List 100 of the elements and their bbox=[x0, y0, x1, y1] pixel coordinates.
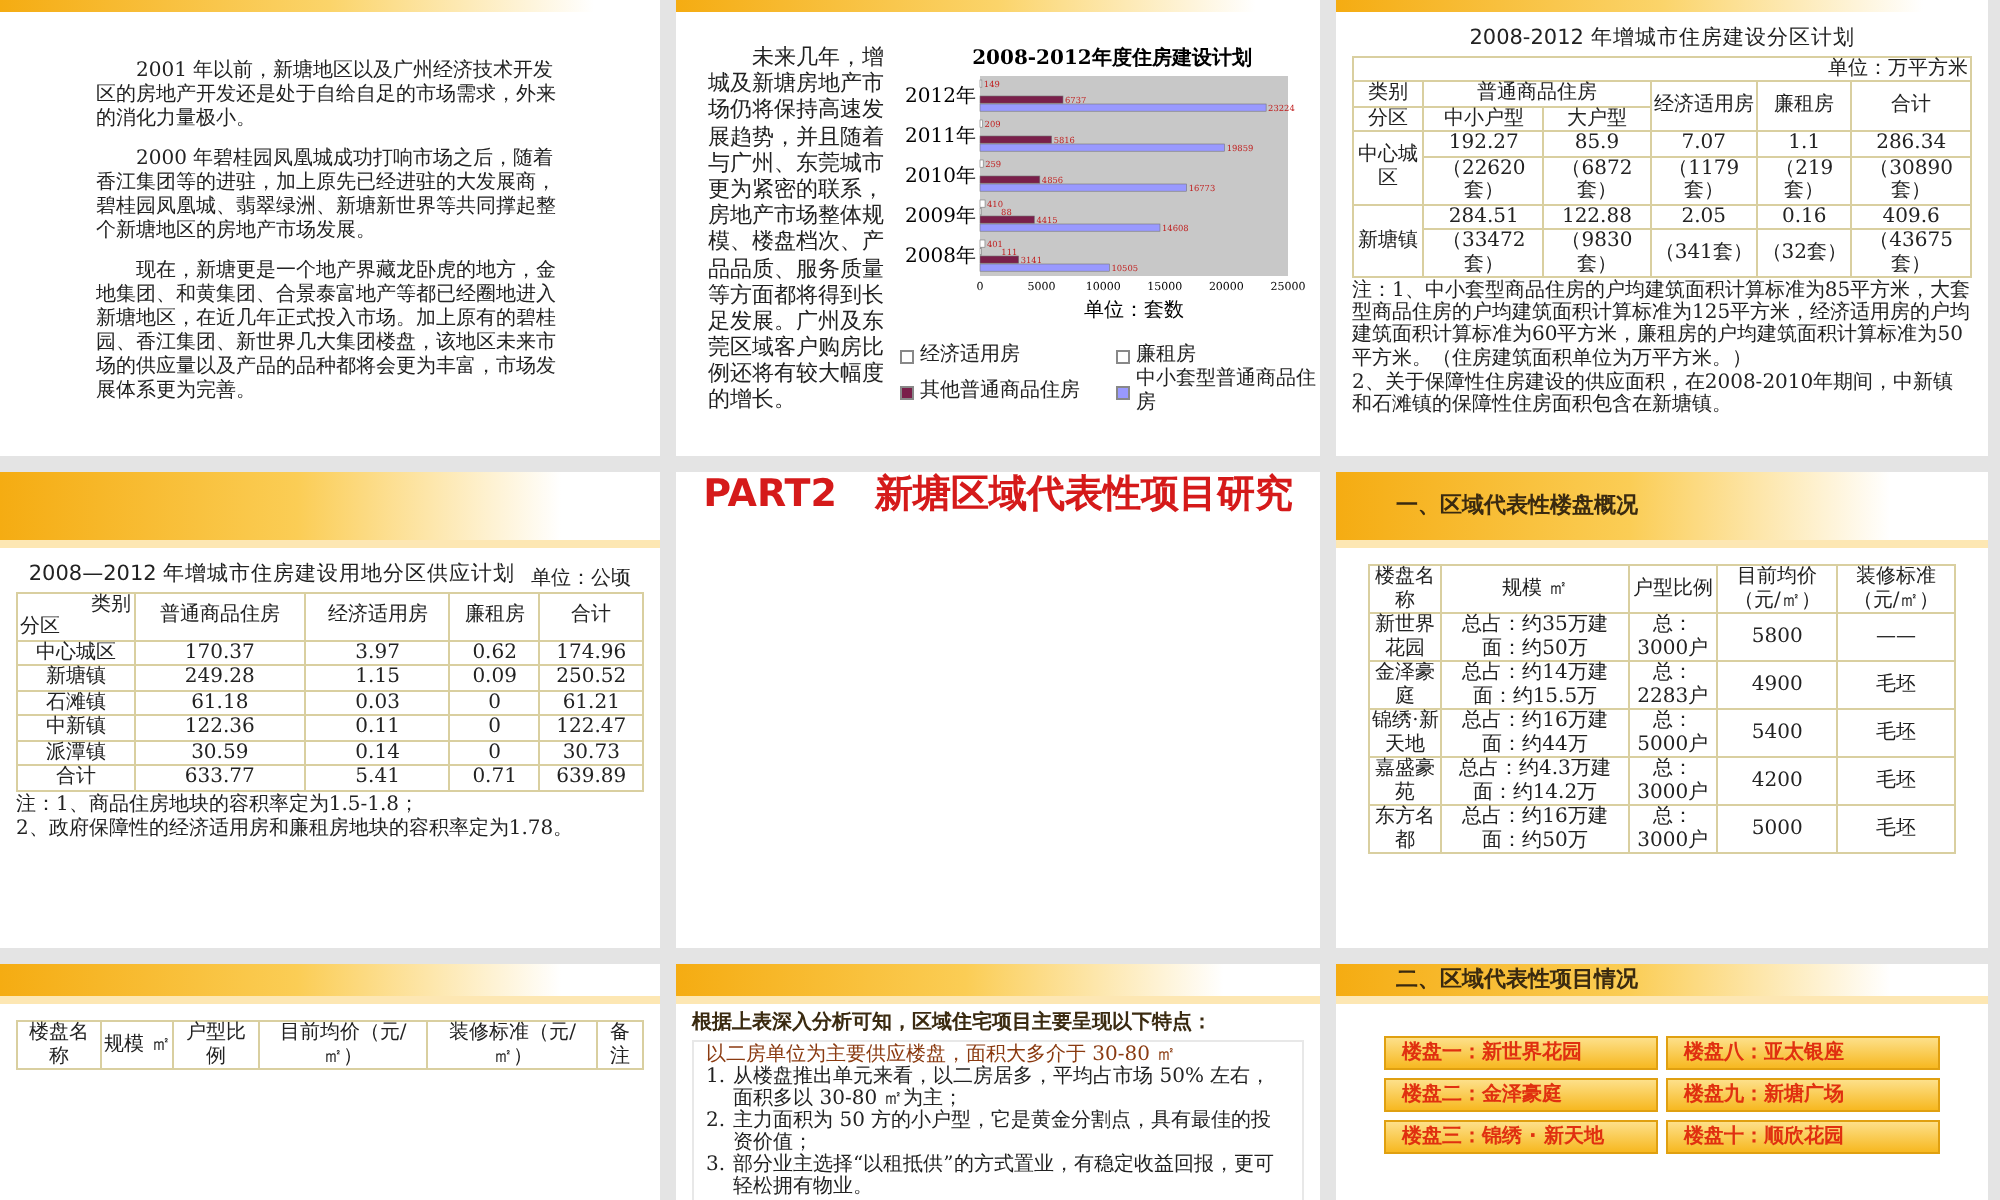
table-cell: 174.96 bbox=[539, 640, 643, 666]
legend-label: 经济适用房 bbox=[920, 344, 1020, 368]
table-cell: 0 bbox=[449, 690, 540, 716]
table-cell: 1.15 bbox=[305, 665, 450, 691]
project-button[interactable]: 楼盘三：锦绣 · 新天地 bbox=[1384, 1120, 1658, 1154]
table-cell: （6872套） bbox=[1543, 156, 1651, 205]
table-title: 2008-2012 年增城市住房建设分区计划 bbox=[1469, 26, 1855, 52]
table-cell: （43675套） bbox=[1851, 229, 1971, 278]
table-cell: 总：2283户 bbox=[1628, 661, 1718, 709]
table-header: 备注 bbox=[597, 1021, 643, 1069]
table-cell: 409.6 bbox=[1851, 204, 1971, 230]
table-header: 楼盘名称 bbox=[1369, 565, 1442, 613]
project-button[interactable]: 楼盘九：新塘广场 bbox=[1666, 1078, 1940, 1112]
table-cell: 2.05 bbox=[1650, 204, 1758, 230]
table-cell: 7.07 bbox=[1650, 131, 1758, 157]
table-cell: 派潭镇 bbox=[17, 740, 135, 766]
legend-label: 中小套型普通商品住房 bbox=[1136, 368, 1318, 416]
slide-title: PART2 新塘区域代表性项目研究 bbox=[703, 472, 1293, 518]
table-cell: 总占：约16万建面：约50万 bbox=[1441, 805, 1628, 853]
table-cell: 锦绣·新天地 bbox=[1369, 709, 1442, 757]
table-cell: 30.59 bbox=[134, 740, 306, 766]
slide-heading: 根据上表深入分析可知，区域住宅项目主要呈现以下特点： bbox=[692, 1012, 1214, 1036]
table-cell: 新塘镇 bbox=[1353, 204, 1424, 278]
chart-title: 2008-2012年度住房建设计划 bbox=[972, 48, 1252, 70]
table-cell: 0.71 bbox=[449, 765, 540, 791]
table-cell: 122.36 bbox=[134, 715, 306, 741]
slide-thumbnail[interactable] bbox=[1336, 0, 1988, 456]
table-cell: 嘉盛豪苑 bbox=[1369, 757, 1442, 805]
table-cell: 毛坯 bbox=[1837, 757, 1955, 805]
paragraph: 2001 年以前，新塘地区以及广州经济技术开发区的房地产开发还是处于自给自足的市场需求，外来的消化力量极小。 bbox=[96, 60, 558, 132]
table-cell: 170.37 bbox=[134, 640, 306, 666]
table-cell: 总占：约4.3万建面：约14.2万 bbox=[1441, 757, 1628, 805]
slide-thumbnail[interactable]: 根据上表深入分析可知，区域住宅项目主要呈现以下特点： 以二房单位为主要供应楼盘，面积大多介于 30-80 ㎡ 1. 从楼盘推出单元来看，以二房居多，平均占市场 50% 左右，面积多以 30-80 ㎡为主； 2. 主力面积为 50 方的小户型，它是黄金分割点，具有最佳的投资价值； 3. 部分业主选择“以租抵供”的方式置业，有稳定收益回报，更可轻松拥有物业。 bbox=[676, 964, 1320, 1200]
table-cell: 总：3000户 bbox=[1628, 757, 1718, 805]
table-cell: 0.11 bbox=[305, 715, 450, 741]
axis-label: 2009年 bbox=[905, 206, 976, 228]
table-header: 合计 bbox=[1851, 81, 1971, 132]
table-cell: 0.16 bbox=[1757, 204, 1852, 230]
slide-heading: 一、区域代表性楼盘概况 bbox=[1396, 492, 1638, 520]
table-cell: （22620套） bbox=[1423, 156, 1544, 205]
table-header: 普通商品住房 bbox=[134, 592, 306, 641]
table-cell: 0 bbox=[449, 715, 540, 741]
project-button[interactable]: 楼盘十：顺欣花园 bbox=[1666, 1120, 1940, 1154]
note-text: 注：1、中小套型商品住房的户均建筑面积计算标准为85平方米，大套型商品住房的户均建筑面积计算标准为125平方米，经济适用房的户均建筑面积计算标准为60平方米，廉租房的户均建筑面积计算标准为50平方米。（住房建筑面积单位为万平方米。） bbox=[1352, 280, 1972, 370]
slide-thumbnail[interactable] bbox=[0, 472, 660, 948]
table-cell: 0.62 bbox=[449, 640, 540, 666]
axis-label: 2010年 bbox=[905, 166, 976, 188]
axis-label: 2008年 bbox=[905, 246, 976, 268]
paragraph: 现在，新塘更是一个地产界藏龙卧虎的地方，金地集团、和黄集团、合景泰富地产等都已经圈地进入新塘地区，在近几年正式投入市场。加上原有的碧桂园、香江集团、新世界几大集团楼盘，该地区未来市场的供应量以及产品的品种都将会更为丰富，市场发展体系更为完善。 bbox=[96, 260, 558, 404]
list-item: 主力面积为 50 方的小户型，它是黄金分割点，具有最佳的投资价值； bbox=[733, 1110, 1274, 1154]
project-button[interactable]: 楼盘八：亚太银座 bbox=[1666, 1036, 1940, 1070]
table-cell: 286.34 bbox=[1851, 131, 1971, 157]
slide-thumbnail[interactable]: 二、区域代表性项目情况 楼盘一：新世界花园 楼盘八：亚太银座 楼盘二：金泽豪庭 楼盘九：新塘广场 楼盘三：锦绣 · 新天地 楼盘十：顺欣花园 bbox=[1336, 964, 1988, 1200]
table-header: 类别 bbox=[1353, 81, 1424, 107]
table-cell: （30890套） bbox=[1851, 156, 1971, 205]
slide-thumbnail[interactable] bbox=[0, 0, 660, 456]
table-cell: 639.89 bbox=[539, 765, 643, 791]
list-number: 1. bbox=[706, 1066, 726, 1092]
group-title: 以二房单位为主要供应楼盘，面积大多介于 30-80 ㎡ bbox=[706, 1044, 1179, 1066]
table-cell: 122.88 bbox=[1543, 204, 1651, 230]
table-header: 目前均价（元/㎡） bbox=[1717, 565, 1838, 613]
slide-thumbnail[interactable]: PART2 新塘区域代表性项目研究 bbox=[676, 472, 1320, 948]
table-cell: 总占：约35万建面：约50万 bbox=[1441, 613, 1628, 661]
table-cell: 0.09 bbox=[449, 665, 540, 691]
table-cell: 金泽豪庭 bbox=[1369, 661, 1442, 709]
table-cell: 4900 bbox=[1717, 661, 1838, 709]
table-cell: 总：3000户 bbox=[1628, 805, 1718, 853]
table-cell: （32套） bbox=[1757, 229, 1852, 278]
unit-label: 单位：公顷 bbox=[531, 568, 632, 592]
paragraph: 2000 年碧桂园凤凰城成功打响市场之后，随着香江集团等的进驻，加上原先已经进驻的大发展商，碧桂园凤凰城、翡翠绿洲、新塘新世界等共同撑起整个新塘地区的房地产市场发展。 bbox=[96, 148, 558, 244]
slide-heading: 二、区域代表性项目情况 bbox=[1396, 966, 1638, 994]
table-cell: 分区 bbox=[1353, 106, 1424, 132]
table-cell: —— bbox=[1837, 613, 1955, 661]
table-header: 目前均价（元/㎡） bbox=[258, 1021, 428, 1069]
project-button[interactable]: 楼盘一：新世界花园 bbox=[1384, 1036, 1658, 1070]
table-header: 经济适用房 bbox=[305, 592, 450, 641]
table-cell: 毛坯 bbox=[1837, 661, 1955, 709]
table-cell: 30.73 bbox=[539, 740, 643, 766]
table-header: 户型比例 bbox=[173, 1021, 259, 1069]
table-header: 合计 bbox=[539, 592, 643, 641]
table-header: 廉租房 bbox=[449, 592, 540, 641]
table-cell: （341套） bbox=[1650, 229, 1758, 278]
table-cell: 总占：约14万建面：约15.5万 bbox=[1441, 661, 1628, 709]
table-cell: 0 bbox=[449, 740, 540, 766]
table-cell: （33472套） bbox=[1423, 229, 1544, 278]
table-header: 楼盘名称 bbox=[17, 1021, 102, 1069]
table-header: 规模 ㎡ bbox=[1441, 565, 1628, 613]
note-text: 2、关于保障性住房建设的供应面积，在2008-2010年期间，中新镇和石滩镇的保障性住房面积包含在新塘镇。 bbox=[1352, 371, 1956, 417]
project-button[interactable]: 楼盘二：金泽豪庭 bbox=[1384, 1078, 1658, 1112]
table-cell: 5800 bbox=[1717, 613, 1838, 661]
table-cell: 新塘镇 bbox=[17, 665, 135, 691]
table-cell: 192.27 bbox=[1423, 131, 1544, 157]
table-cell: 0.14 bbox=[305, 740, 450, 766]
table-header: 户型比例 bbox=[1628, 565, 1718, 613]
table-title: 2008—2012 年增城市住房建设用地分区供应计划 bbox=[28, 562, 516, 588]
axis-title: 单位：套数 bbox=[1084, 300, 1184, 322]
slide-thumbnail[interactable] bbox=[1336, 472, 1988, 948]
legend-label: 其他普通商品住房 bbox=[920, 380, 1080, 404]
table-cell: 122.47 bbox=[539, 715, 643, 741]
slide-thumbnail[interactable] bbox=[676, 0, 1320, 456]
